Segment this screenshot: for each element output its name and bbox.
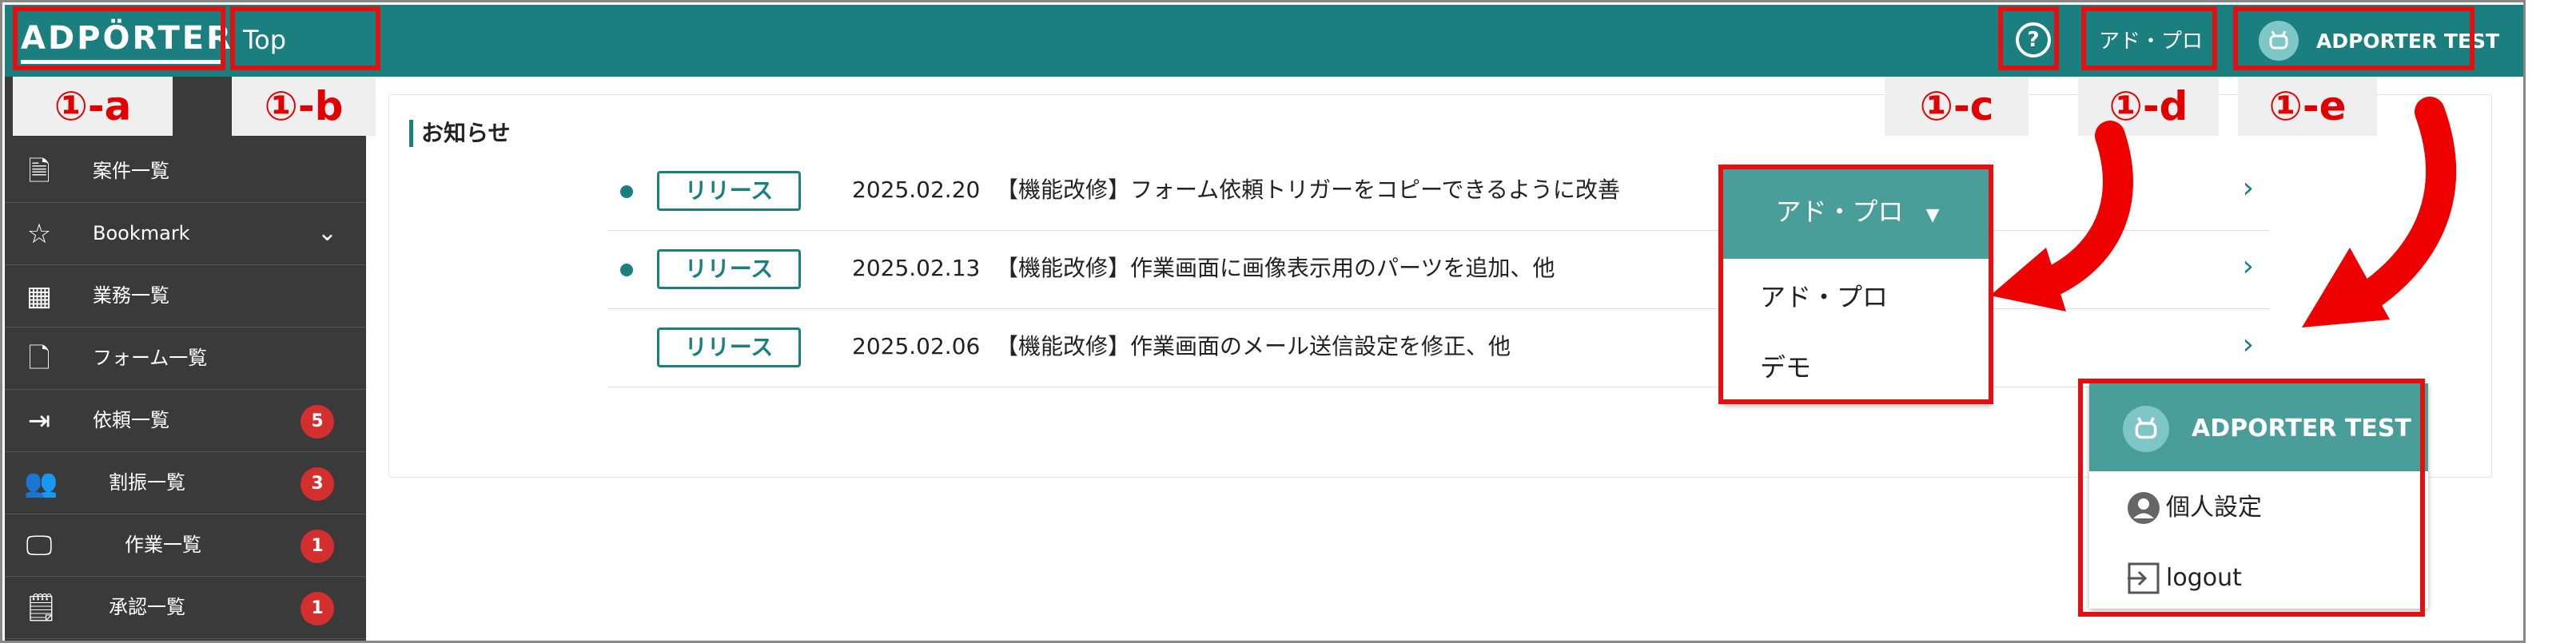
sidebar-item-label: Bookmark [93,222,190,244]
people-icon: 👥 [24,467,58,499]
sidebar-item-forms[interactable]: 🗋 フォーム一覧 [5,327,366,390]
release-tag: リリース [657,171,801,211]
release-tag: リリース [657,249,801,289]
sidebar-item-label: 案件一覧 [93,160,169,182]
notice-text: 【機能改修】作業画面のメール送信設定を修正、他 [996,333,1511,359]
sidebar-item-label: 作業一覧 [125,534,201,556]
sidebar-item-cases[interactable]: 🗎 案件一覧 [5,141,366,203]
chevron-right-icon[interactable]: › [2243,251,2254,283]
annotation-box-c [1998,6,2059,70]
sidebar-item-assignments[interactable]: 👥 割振一覧 3 [5,452,366,514]
notice-text: 【機能改修】作業画面に画像表示用のパーツを追加、他 [996,255,1555,281]
sidebar-item-label: 割振一覧 [109,471,185,494]
chevron-right-icon[interactable]: › [2243,173,2254,204]
document-icon: 🗎 [28,156,50,188]
building-icon: ▦ [26,280,53,312]
annotation-box-a [13,6,225,70]
notice-date: 2025.02.20 [852,177,981,203]
sidebar: 🗎 案件一覧 ☆ Bookmark ⌄ ▦ 業務一覧 🗋 フォーム一覧 ⇥ 依頼… [5,77,366,643]
annotation-tag-b: ①-b [232,77,376,136]
chevron-down-icon[interactable]: ⌄ [317,217,337,249]
sidebar-item-label: フォーム一覧 [93,347,208,369]
sidebar-item-label: 業務一覧 [93,284,169,307]
annotation-box-user-menu [2078,379,2425,617]
unread-dot [620,185,633,198]
notice-title: お知らせ [409,120,510,147]
monitor-icon: 🖵 [26,530,53,562]
count-badge: 1 [301,530,334,563]
release-tag: リリース [657,327,801,367]
sidebar-item-tasks[interactable]: 🖵 作業一覧 1 [5,514,366,577]
sidebar-item-approvals[interactable]: 🗒 承認一覧 1 [5,577,366,639]
annotation-box-org-menu [1718,165,1993,404]
chevron-right-icon[interactable]: › [2243,329,2254,361]
unread-dot [620,264,633,276]
annotation-arrow-e [2302,97,2456,327]
annotation-arrow-d [1990,121,2133,312]
notice-date: 2025.02.06 [852,333,981,359]
sidebar-item-label: 依頼一覧 [93,409,169,431]
annotation-tag-a: ①-a [13,77,173,136]
sidebar-item-operations[interactable]: ▦ 業務一覧 [5,265,366,327]
notice-date: 2025.02.13 [852,255,981,281]
star-icon: ☆ [26,218,52,250]
annotation-box-d [2081,6,2217,70]
count-badge: 3 [301,467,334,501]
count-badge: 5 [301,405,334,439]
sidebar-item-label: 承認一覧 [109,596,185,618]
count-badge: 1 [301,592,334,625]
annotation-box-e [2233,6,2474,70]
annotation-box-b [230,6,380,70]
list-item[interactable]: リリース 2025.02.06 【機能改修】作業画面のメール送信設定を修正、他 … [607,308,2270,387]
notice-text: 【機能改修】フォーム依頼トリガーをコピーできるように改善 [996,177,1620,203]
form-icon: 🗋 [28,343,50,375]
inbox-icon: ⇥ [27,405,51,437]
sidebar-item-bookmark[interactable]: ☆ Bookmark ⌄ [5,203,366,265]
sidebar-item-requests[interactable]: ⇥ 依頼一覧 5 [5,390,366,452]
approval-icon: 🗒 [24,592,59,624]
